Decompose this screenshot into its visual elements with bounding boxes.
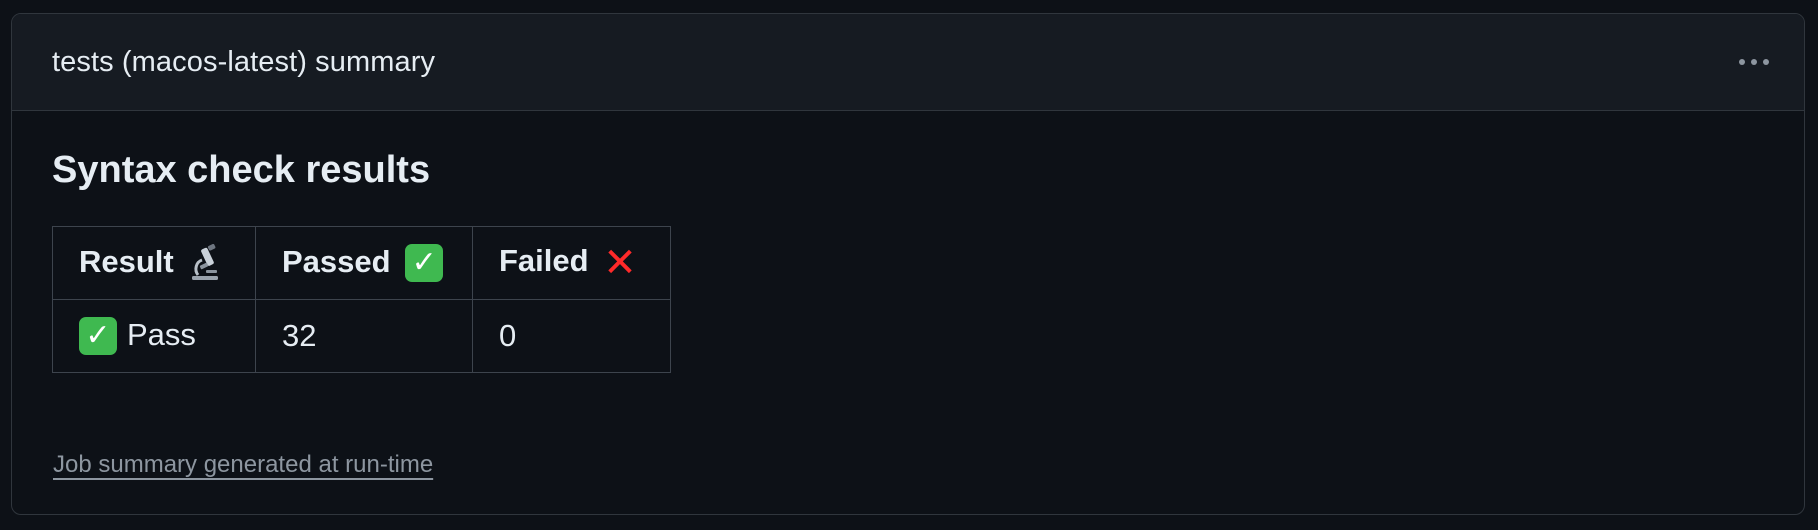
check-mark-button-icon: ✓ — [405, 244, 444, 283]
results-table: Result Passed ✓ Failed ✕ ✓ Pass 32 0 — [52, 226, 671, 373]
cross-mark-icon: ✕ — [603, 241, 637, 285]
kebab-horizontal-icon[interactable] — [1734, 47, 1774, 77]
job-summary-footer-link[interactable]: Job summary generated at run-time — [53, 451, 433, 479]
check-mark-button-icon: ✓ — [79, 317, 117, 356]
column-header-passed: Passed ✓ — [255, 226, 473, 300]
card-body: Syntax check results Result Passed ✓ Fai… — [12, 111, 1804, 514]
section-title: Syntax check results — [52, 149, 431, 191]
table-row: ✓ Pass 32 0 — [52, 299, 671, 373]
card-header: tests (macos-latest) summary — [12, 14, 1804, 111]
column-header-result: Result — [52, 226, 256, 300]
job-summary-card: tests (macos-latest) summary Syntax chec… — [11, 13, 1805, 515]
column-header-failed-label: Failed — [499, 243, 589, 279]
column-header-result-label: Result — [79, 243, 174, 279]
cell-passed: 32 — [255, 299, 473, 373]
cell-result: ✓ Pass — [52, 299, 256, 373]
card-title: tests (macos-latest) summary — [52, 45, 436, 78]
column-header-failed: Failed ✕ — [472, 226, 671, 300]
microscope-icon — [192, 244, 219, 281]
cell-result-text: Pass — [127, 316, 196, 352]
table-header-row: Result Passed ✓ Failed ✕ — [52, 226, 671, 300]
column-header-passed-label: Passed — [282, 243, 391, 279]
cell-failed: 0 — [472, 299, 671, 373]
